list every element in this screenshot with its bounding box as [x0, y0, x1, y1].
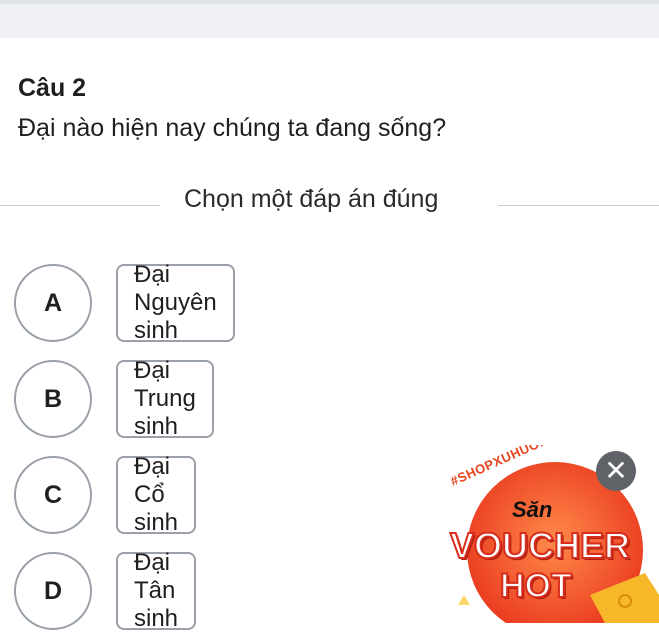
- question-number: Câu 2: [18, 74, 87, 102]
- option-letter[interactable]: D: [14, 552, 92, 630]
- close-icon[interactable]: ✕: [596, 451, 636, 491]
- option-letter[interactable]: A: [14, 264, 92, 342]
- option-answer[interactable]: Đại Nguyên sinh: [116, 261, 235, 344]
- instruction-divider: Chọn một đáp án đúng: [0, 185, 659, 219]
- option-letter[interactable]: C: [14, 456, 92, 534]
- promo-hot-text: HOT: [499, 566, 573, 606]
- divider-line-right: [498, 205, 659, 206]
- option-answer[interactable]: Đại Cổ sinh: [116, 453, 197, 536]
- option-letter[interactable]: B: [14, 360, 92, 438]
- promo-voucher-text: VOUCHER: [449, 524, 631, 567]
- divider-line-left: [0, 205, 160, 206]
- top-bar: [0, 0, 659, 38]
- option-answer[interactable]: Đại Trung sinh: [116, 357, 214, 440]
- promo-hunt-text: Săn: [512, 497, 553, 522]
- voucher-promo-badge[interactable]: #SHOPXUHUONG Săn VOUCHER HOT ✕: [440, 445, 659, 623]
- instruction-text: Chọn một đáp án đúng: [184, 185, 439, 213]
- option-answer[interactable]: Đại Tân sinh: [116, 549, 197, 632]
- question-text: Đại nào hiện nay chúng ta đang sống?: [18, 114, 447, 142]
